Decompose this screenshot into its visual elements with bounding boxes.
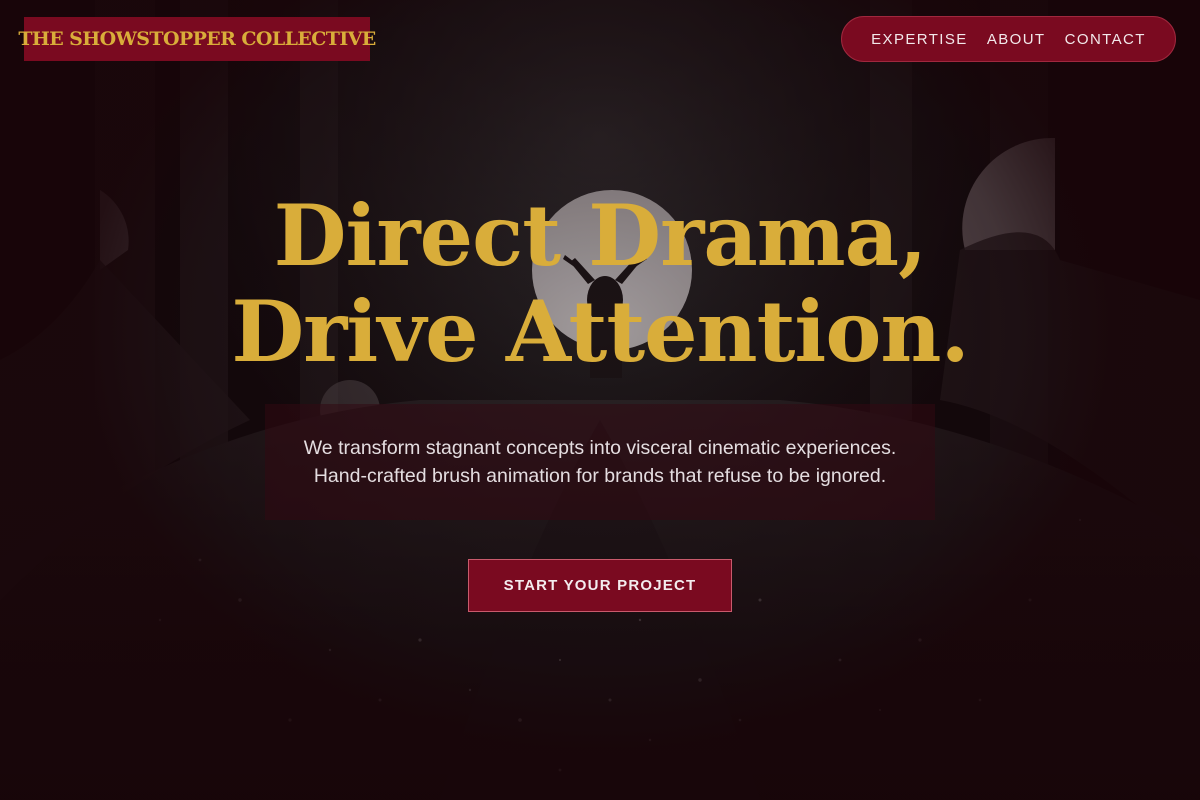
nav-item-expertise[interactable]: EXPERTISE <box>871 31 968 48</box>
hero-background-forest-scene <box>0 0 1200 800</box>
headline-line-2: Drive Attention. <box>231 282 969 381</box>
headline-line-1: Direct Drama, <box>273 186 928 285</box>
start-project-button[interactable]: START YOUR PROJECT <box>468 559 732 612</box>
forest-illustration <box>0 0 1200 800</box>
nav-item-about[interactable]: ABOUT <box>987 31 1046 48</box>
description-panel: We transform stagnant concepts into visc… <box>265 404 935 520</box>
hero-headline: Direct Drama, Drive Attention. <box>0 188 1200 380</box>
main-nav: EXPERTISE ABOUT CONTACT <box>841 16 1176 62</box>
nav-item-contact[interactable]: CONTACT <box>1065 31 1146 48</box>
brand-logo[interactable]: THE SHOWSTOPPER COLLECTIVE <box>18 17 376 61</box>
hero-description: We transform stagnant concepts into visc… <box>303 437 897 487</box>
